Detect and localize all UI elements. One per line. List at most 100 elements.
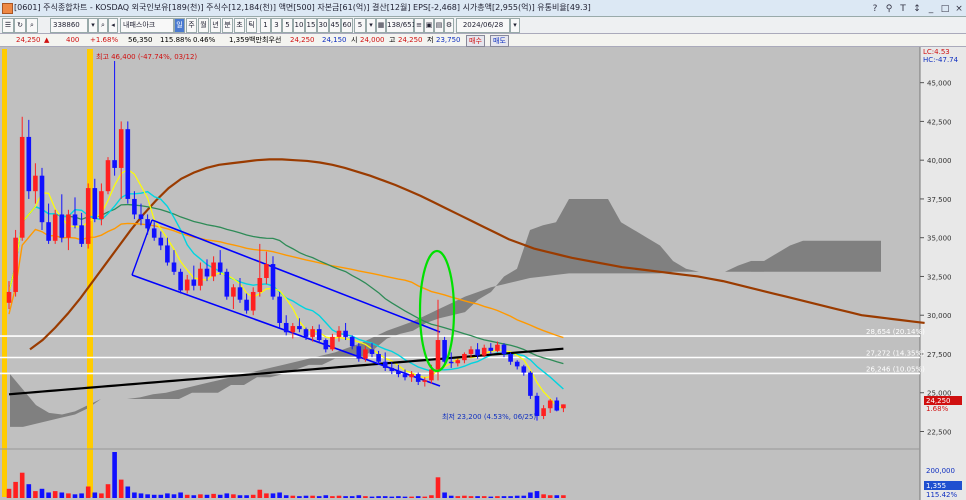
- dropdown-icon[interactable]: ▾: [88, 18, 98, 33]
- candle-body: [6, 291, 12, 303]
- refresh-icon[interactable]: ↻: [14, 18, 26, 33]
- tab-minute[interactable]: 분: [222, 18, 233, 33]
- sell-button[interactable]: 매도: [490, 35, 509, 47]
- date-dropdown-icon[interactable]: ▾: [510, 18, 520, 33]
- stock-code-input[interactable]: 338860: [50, 18, 88, 33]
- volume-bar: [145, 494, 150, 498]
- settings-icon[interactable]: ⚙: [444, 18, 454, 33]
- volume-bar: [396, 496, 401, 498]
- tab-yearly[interactable]: 년: [210, 18, 221, 33]
- volume-bar: [376, 496, 381, 498]
- interval-3[interactable]: 3: [271, 18, 282, 33]
- menu-icon[interactable]: ☰: [2, 18, 14, 33]
- volume: 56,350: [128, 36, 153, 44]
- interval-60[interactable]: 60: [341, 18, 353, 33]
- volume-bar: [105, 484, 111, 498]
- volume-bar: [336, 495, 342, 498]
- candle-body: [79, 225, 84, 244]
- candle-body: [488, 347, 494, 351]
- tab-weekly[interactable]: 주: [186, 18, 197, 33]
- date-field[interactable]: 2024/06/28: [456, 18, 510, 33]
- best-bid: 24,150: [322, 36, 347, 44]
- candle-body: [46, 222, 51, 241]
- search-icon[interactable]: ⌕: [26, 18, 38, 33]
- help-icon[interactable]: ?: [870, 1, 880, 17]
- interval-1[interactable]: 1: [260, 18, 271, 33]
- volume-bar: [382, 496, 388, 498]
- count-dropdown-icon[interactable]: ▾: [366, 18, 376, 33]
- volume-bar: [501, 496, 507, 498]
- tab-daily[interactable]: 일: [174, 18, 185, 33]
- tab-monthly[interactable]: 월: [198, 18, 209, 33]
- tab-second[interactable]: 초: [234, 18, 245, 33]
- candle-body: [125, 129, 131, 199]
- interval-15[interactable]: 15: [305, 18, 317, 33]
- volume-bar: [356, 495, 362, 498]
- y-tick-label: 32,500: [927, 273, 952, 281]
- candle-body: [85, 188, 91, 244]
- view-icon[interactable]: ▦: [376, 18, 386, 33]
- prev-icon[interactable]: ◂: [108, 18, 118, 33]
- candle-body: [283, 322, 289, 333]
- interval-10[interactable]: 10: [293, 18, 305, 33]
- grid-icon[interactable]: ▤: [434, 18, 444, 33]
- volume-bar: [72, 494, 78, 498]
- buy-button[interactable]: 매수: [466, 35, 485, 47]
- candle-body: [290, 326, 296, 333]
- candle-body: [19, 136, 25, 238]
- tab-tick[interactable]: 틱: [246, 18, 257, 33]
- calendar-icon[interactable]: ▣: [424, 18, 434, 33]
- candle-body: [99, 191, 104, 220]
- high-label: 고: [389, 36, 396, 44]
- candle-body: [475, 349, 480, 356]
- volume-bar: [13, 481, 18, 498]
- stock-name-field[interactable]: 내패스아크: [120, 18, 174, 33]
- volume-bar: [204, 494, 210, 498]
- stock-chart[interactable]: 45,000 42,500 40,000 37,500 35,000 32,500 30,0…: [0, 47, 966, 500]
- close-icon[interactable]: ×: [954, 1, 964, 17]
- search-stock-icon[interactable]: ⌕: [98, 18, 108, 33]
- interval-30[interactable]: 30: [317, 18, 329, 33]
- toolbar: ☰ ↻ ⌕ 338860 ▾ ⌕ ◂ 내패스아크 일 주 월 년 분 초 틱 1…: [0, 17, 966, 34]
- volume-bar: [46, 492, 51, 498]
- candle-body: [237, 287, 243, 300]
- text-icon[interactable]: T: [898, 1, 908, 17]
- maximize-icon[interactable]: □: [940, 1, 950, 17]
- volume-bar: [277, 492, 282, 498]
- minimize-icon[interactable]: _: [926, 1, 936, 17]
- price-tag-text: 24,250: [926, 397, 951, 405]
- search-icon[interactable]: ⚲: [884, 1, 894, 17]
- volume-bar: [138, 493, 144, 498]
- count-input[interactable]: 5: [354, 18, 366, 33]
- y-tick-label: 35,000: [927, 235, 952, 243]
- interval-45[interactable]: 45: [329, 18, 341, 33]
- candle-body: [310, 329, 315, 337]
- cloud-segment: [855, 240, 868, 272]
- high-price: 24,250: [398, 36, 423, 44]
- candle-body: [396, 371, 401, 375]
- candle-body: [165, 245, 170, 263]
- volume-bar: [495, 496, 500, 498]
- volume-bar: [231, 494, 236, 498]
- candle-body: [145, 219, 150, 229]
- range-field[interactable]: 138/651: [386, 18, 416, 33]
- volume-bar: [39, 488, 45, 498]
- volume-bar: [290, 495, 296, 498]
- list-icon[interactable]: ≡: [414, 18, 424, 33]
- candle-body: [468, 349, 474, 354]
- volume-bar: [158, 494, 164, 498]
- candle-body: [528, 372, 533, 396]
- volume-bar: [92, 492, 98, 498]
- candle-body: [204, 268, 210, 277]
- interval-5[interactable]: 5: [282, 18, 293, 33]
- level-label: 26,246 (10.05%): [866, 365, 925, 373]
- volume-bar: [330, 496, 335, 498]
- candle-body: [171, 262, 177, 272]
- candle-body: [217, 262, 223, 272]
- vol-tick-label: 200,000: [926, 467, 955, 475]
- volume-bar: [250, 494, 256, 498]
- resize-icon[interactable]: ↕: [912, 1, 922, 17]
- volume-bar: [409, 496, 414, 498]
- candle-body: [514, 361, 520, 367]
- candle-body: [376, 353, 381, 362]
